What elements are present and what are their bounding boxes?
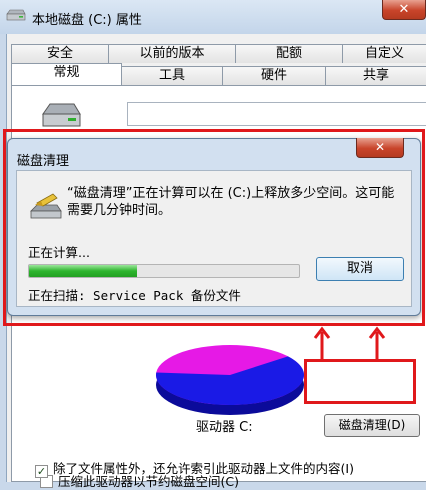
hard-drive-icon	[42, 103, 81, 127]
disk-usage-pie-chart	[156, 345, 304, 415]
disk-cleanup-button[interactable]: 磁盘清理(D)	[324, 414, 420, 437]
volume-name-input[interactable]	[127, 102, 426, 126]
index-label: 除了文件属性外，还允许索引此驱动器上文件的内容(I)	[53, 461, 354, 476]
index-drive-option[interactable]: ✓ 除了文件属性外，还允许索引此驱动器上文件的内容(I)	[35, 458, 354, 478]
drive-icon	[6, 9, 26, 21]
annotation-arrows	[313, 326, 386, 360]
tab-quota[interactable]: 配额	[235, 44, 343, 63]
tab-security[interactable]: 安全	[11, 44, 109, 63]
tab-customize[interactable]: 自定义	[342, 44, 426, 63]
index-checkbox[interactable]: ✓	[35, 465, 48, 478]
window-titlebar: 本地磁盘 (C:) 属性 ✕	[0, 0, 426, 34]
annotation-cleanup-button-highlight	[304, 359, 416, 404]
annotation-dialog-highlight	[3, 129, 425, 326]
drive-label: 驱动器 C:	[196, 420, 253, 435]
window-title: 本地磁盘 (C:) 属性	[32, 13, 142, 28]
tab-hardware[interactable]: 硬件	[222, 66, 326, 85]
tab-sharing[interactable]: 共享	[325, 66, 426, 85]
tab-tools[interactable]: 工具	[121, 66, 223, 85]
tab-previous-versions[interactable]: 以前的版本	[108, 44, 236, 63]
window-close-button[interactable]: ✕	[382, 0, 426, 20]
tab-general[interactable]: 常规	[11, 63, 122, 85]
